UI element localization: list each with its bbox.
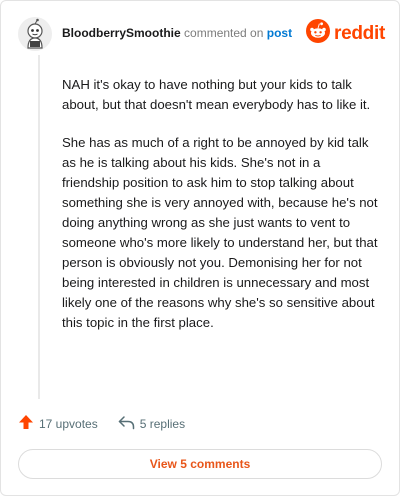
replies-button[interactable]: 5 replies — [118, 415, 185, 433]
byline: BloodberrySmoothie commented on post — [62, 26, 292, 40]
snoo-avatar-icon[interactable] — [18, 17, 52, 51]
comment-paragraph: She has as much of a right to be annoyed… — [62, 135, 378, 330]
thread-line — [38, 55, 40, 399]
comment-body: NAH it's okay to have nothing but your k… — [62, 75, 380, 351]
post-link[interactable]: post — [267, 26, 292, 40]
reddit-wordmark: reddit — [334, 22, 385, 44]
view-comments-button[interactable]: View 5 comments — [18, 449, 382, 479]
upvote-button[interactable]: 17 upvotes — [18, 414, 98, 433]
commented-on-label: commented on — [184, 26, 264, 40]
reply-arrow-icon — [118, 415, 135, 433]
comment-actions: 17 upvotes 5 replies — [18, 414, 185, 433]
comment-paragraph: NAH it's okay to have nothing but your k… — [62, 77, 371, 112]
view-comments-label: View 5 comments — [149, 457, 251, 471]
reddit-snoo-icon — [306, 19, 331, 48]
reply-count: 5 replies — [139, 416, 186, 431]
upvote-arrow-icon — [18, 414, 34, 433]
comment-card: BloodberrySmoothie commented on post red… — [0, 0, 400, 496]
upvote-count: 17 upvotes — [39, 416, 98, 431]
username-link[interactable]: BloodberrySmoothie — [62, 26, 181, 40]
comment-header: BloodberrySmoothie commented on post red… — [18, 17, 385, 51]
reddit-logo[interactable]: reddit — [306, 19, 385, 48]
